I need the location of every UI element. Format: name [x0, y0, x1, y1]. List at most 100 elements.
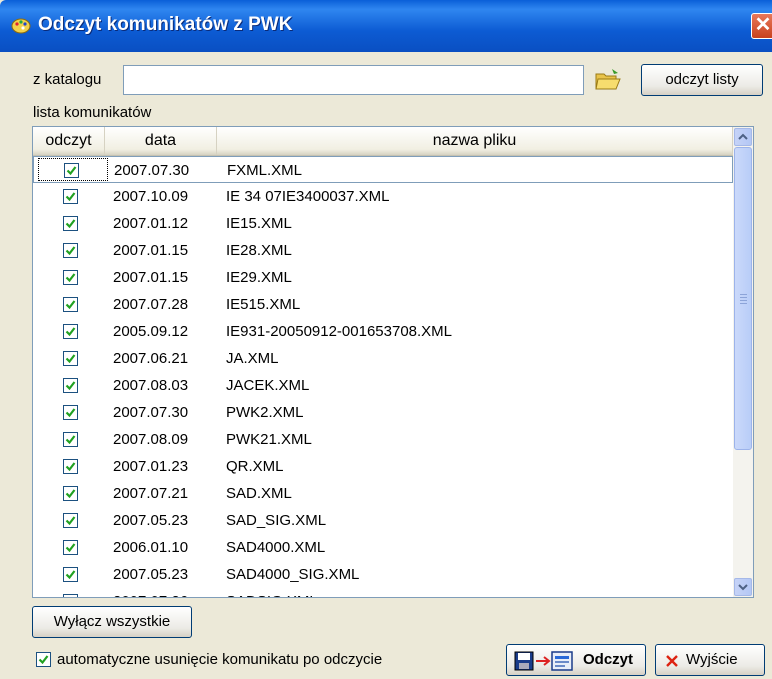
checkmark-icon: [65, 327, 76, 337]
list-item[interactable]: 2007.07.28 IE515.XML: [33, 291, 733, 318]
row-checkbox[interactable]: [63, 594, 78, 598]
row-filename: SADSIG.XML: [226, 593, 318, 597]
row-date: 2007.07.28: [113, 296, 189, 313]
scroll-down-button[interactable]: [734, 578, 752, 596]
folder-icon[interactable]: [594, 67, 622, 93]
row-date: 2007.01.15: [113, 242, 189, 259]
row-checkbox[interactable]: [63, 351, 78, 366]
row-filename: SAD4000.XML: [226, 539, 326, 556]
checkmark-icon: [65, 246, 76, 256]
vertical-scrollbar[interactable]: [733, 127, 753, 597]
row-checkbox[interactable]: [63, 432, 78, 447]
save-to-read-icon: [514, 651, 573, 671]
row-filename: JACEK.XML: [226, 377, 310, 394]
col-nazwa-header[interactable]: nazwa pliku: [217, 127, 733, 155]
row-date: 2007.07.21: [113, 485, 189, 502]
row-checkbox[interactable]: [63, 270, 78, 285]
scroll-up-button[interactable]: [734, 128, 752, 146]
list-item[interactable]: 2007.07.30 FXML.XML: [33, 156, 733, 183]
checkmark-icon: [65, 516, 76, 526]
row-filename: SAD4000_SIG.XML: [226, 566, 360, 583]
close-button[interactable]: ✕: [751, 13, 772, 39]
dialog-window: Odczyt komunikatów z PWK ✕ z katalogu od…: [0, 0, 772, 679]
row-checkbox[interactable]: [63, 243, 78, 258]
checkmark-icon: [65, 489, 76, 499]
katalog-input[interactable]: [123, 65, 584, 95]
row-checkbox[interactable]: [63, 216, 78, 231]
messages-list[interactable]: odczyt data nazwa pliku 2007.07.30 FXML.X…: [32, 126, 754, 598]
list-item[interactable]: 2007.06.21 JA.XML: [33, 345, 733, 372]
list-item[interactable]: 2007.01.15 IE29.XML: [33, 264, 733, 291]
title-bar[interactable]: Odczyt komunikatów z PWK ✕: [0, 0, 772, 52]
row-filename: JA.XML: [226, 350, 279, 367]
list-item[interactable]: 2007.07.21 SAD.XML: [33, 480, 733, 507]
row-checkbox[interactable]: [63, 405, 78, 420]
row-filename: FXML.XML: [227, 162, 303, 179]
list-item[interactable]: 2007.05.23 SAD_SIG.XML: [33, 507, 733, 534]
row-date: 2007.01.15: [113, 269, 189, 286]
row-date: 2007.08.09: [113, 431, 189, 448]
read-list-button[interactable]: odczyt listy: [641, 64, 763, 96]
row-date: 2007.07.30: [114, 162, 190, 179]
disable-all-button[interactable]: Wyłącz wszystkie: [32, 606, 192, 638]
list-item[interactable]: 2007.10.09 IE 34 07IE3400037.XML: [33, 183, 733, 210]
checkmark-icon: [65, 300, 76, 310]
row-filename: IE515.XML: [226, 296, 301, 313]
list-item[interactable]: 2007.08.03 JACEK.XML: [33, 372, 733, 399]
checkmark-icon: [65, 219, 76, 229]
list-item[interactable]: 2006.01.10 SAD4000.XML: [33, 534, 733, 561]
checkmark-icon: [38, 655, 49, 665]
row-filename: IE15.XML: [226, 215, 292, 232]
row-date: 2007.07.30: [113, 404, 189, 421]
checkmark-icon: [65, 596, 76, 598]
list-item[interactable]: 2007.05.23 SAD4000_SIG.XML: [33, 561, 733, 588]
row-date: 2007.05.23: [113, 566, 189, 583]
row-checkbox[interactable]: [63, 486, 78, 501]
exit-button[interactable]: Wyjście: [655, 644, 765, 676]
row-checkbox[interactable]: [64, 163, 79, 178]
row-filename: IE29.XML: [226, 269, 292, 286]
app-icon: [11, 18, 31, 34]
col-data-header[interactable]: data: [105, 127, 217, 155]
exit-button-label: Wyjście: [686, 651, 738, 668]
row-filename: SAD_SIG.XML: [226, 512, 327, 529]
row-checkbox[interactable]: [63, 540, 78, 555]
row-filename: IE931-20050912-001653708.XML: [226, 323, 453, 340]
checkmark-icon: [65, 435, 76, 445]
row-filename: SAD.XML: [226, 485, 292, 502]
row-checkbox[interactable]: [63, 513, 78, 528]
auto-delete-checkbox[interactable]: [36, 652, 51, 667]
row-date: 2007.10.09: [113, 188, 189, 205]
checkmark-icon: [65, 381, 76, 391]
checkmark-icon: [65, 462, 76, 472]
row-date: 2007.07.26: [113, 593, 188, 597]
list-item[interactable]: 2005.09.12 IE931-20050912-001653708.XML: [33, 318, 733, 345]
auto-delete-label: automatyczne usunięcie komunikatu po odc…: [57, 651, 383, 668]
row-date: 2007.01.12: [113, 215, 189, 232]
row-checkbox[interactable]: [63, 567, 78, 582]
list-item[interactable]: 2007.01.15 IE28.XML: [33, 237, 733, 264]
list-header: odczyt data nazwa pliku: [33, 127, 733, 156]
checkmark-icon: [65, 543, 76, 553]
row-checkbox[interactable]: [63, 378, 78, 393]
scroll-thumb[interactable]: [734, 147, 752, 450]
chevron-down-icon: [738, 584, 748, 591]
list-item[interactable]: 2007.08.09 PWK21.XML: [33, 426, 733, 453]
row-date: 2007.05.23: [113, 512, 189, 529]
checkmark-icon: [65, 354, 76, 364]
checkmark-icon: [65, 273, 76, 283]
checkmark-icon: [65, 570, 76, 580]
red-x-icon: [666, 655, 678, 667]
col-odczyt-header[interactable]: odczyt: [33, 127, 105, 155]
read-button[interactable]: Odczyt: [506, 644, 646, 676]
list-label: lista komunikatów: [33, 104, 152, 121]
row-checkbox[interactable]: [63, 189, 78, 204]
list-item[interactable]: 2007.01.23 QR.XML: [33, 453, 733, 480]
row-checkbox[interactable]: [63, 297, 78, 312]
list-item[interactable]: 2007.01.12 IE15.XML: [33, 210, 733, 237]
row-checkbox[interactable]: [63, 459, 78, 474]
row-checkbox[interactable]: [63, 324, 78, 339]
row-filename: IE28.XML: [226, 242, 292, 259]
list-item[interactable]: 2007.07.26 SADSIG.XML: [33, 588, 733, 598]
list-item[interactable]: 2007.07.30 PWK2.XML: [33, 399, 733, 426]
